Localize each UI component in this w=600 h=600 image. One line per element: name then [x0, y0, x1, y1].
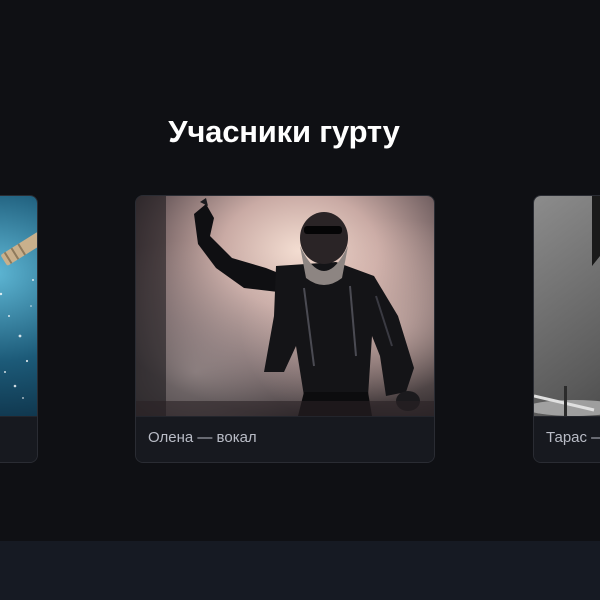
starry-stage-photo: [0, 196, 37, 416]
page: Учасники гурту Олена — вокал Тарас: [0, 0, 600, 600]
members-carousel[interactable]: Олена — вокал Тарас: [0, 195, 600, 463]
member-caption: [0, 416, 37, 462]
section-title: Учасники гурту: [168, 114, 400, 149]
member-card-prev[interactable]: [0, 195, 38, 463]
member-caption: Тарас —: [534, 416, 600, 462]
drummer-bw-photo: [534, 196, 600, 416]
member-caption: Олена — вокал: [136, 416, 434, 462]
footer-section: [0, 541, 600, 600]
member-card-taras[interactable]: Тарас —: [533, 195, 600, 463]
member-card-olena[interactable]: Олена — вокал: [135, 195, 435, 463]
singer-on-stage-photo: [136, 196, 434, 416]
